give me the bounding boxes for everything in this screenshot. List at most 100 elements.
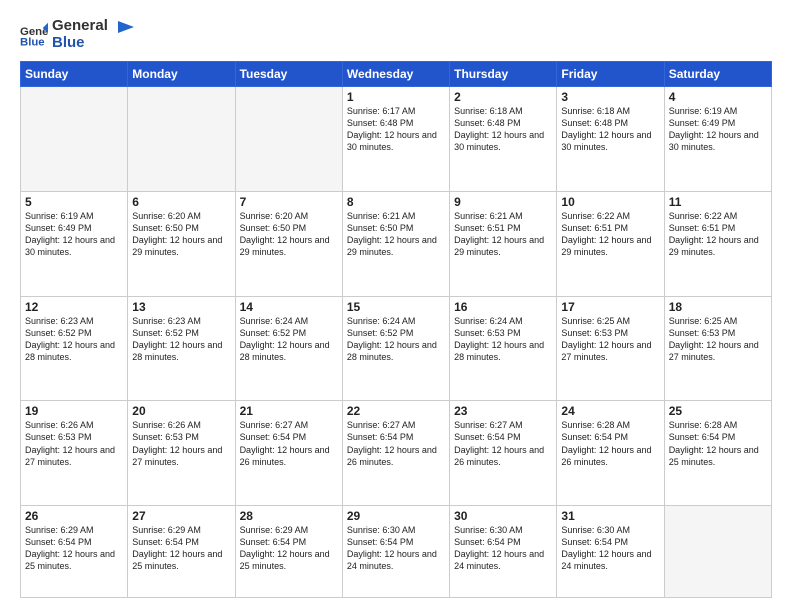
day-number: 30 xyxy=(454,509,552,523)
day-info: Sunrise: 6:24 AM Sunset: 6:53 PM Dayligh… xyxy=(454,315,552,364)
calendar-header-saturday: Saturday xyxy=(664,62,771,87)
day-info: Sunrise: 6:20 AM Sunset: 6:50 PM Dayligh… xyxy=(240,210,338,259)
table-row: 20Sunrise: 6:26 AM Sunset: 6:53 PM Dayli… xyxy=(128,401,235,506)
table-row: 19Sunrise: 6:26 AM Sunset: 6:53 PM Dayli… xyxy=(21,401,128,506)
logo-general: General xyxy=(52,18,108,35)
day-info: Sunrise: 6:20 AM Sunset: 6:50 PM Dayligh… xyxy=(132,210,230,259)
day-number: 9 xyxy=(454,195,552,209)
day-info: Sunrise: 6:22 AM Sunset: 6:51 PM Dayligh… xyxy=(561,210,659,259)
day-info: Sunrise: 6:18 AM Sunset: 6:48 PM Dayligh… xyxy=(454,105,552,154)
table-row: 16Sunrise: 6:24 AM Sunset: 6:53 PM Dayli… xyxy=(450,296,557,401)
table-row: 31Sunrise: 6:30 AM Sunset: 6:54 PM Dayli… xyxy=(557,506,664,598)
day-info: Sunrise: 6:25 AM Sunset: 6:53 PM Dayligh… xyxy=(561,315,659,364)
table-row: 10Sunrise: 6:22 AM Sunset: 6:51 PM Dayli… xyxy=(557,191,664,296)
day-number: 24 xyxy=(561,404,659,418)
day-info: Sunrise: 6:29 AM Sunset: 6:54 PM Dayligh… xyxy=(25,524,123,573)
table-row xyxy=(235,87,342,192)
day-info: Sunrise: 6:19 AM Sunset: 6:49 PM Dayligh… xyxy=(669,105,767,154)
day-info: Sunrise: 6:24 AM Sunset: 6:52 PM Dayligh… xyxy=(240,315,338,364)
day-info: Sunrise: 6:24 AM Sunset: 6:52 PM Dayligh… xyxy=(347,315,445,364)
table-row: 24Sunrise: 6:28 AM Sunset: 6:54 PM Dayli… xyxy=(557,401,664,506)
day-number: 23 xyxy=(454,404,552,418)
logo-blue: Blue xyxy=(52,35,108,52)
table-row: 4Sunrise: 6:19 AM Sunset: 6:49 PM Daylig… xyxy=(664,87,771,192)
table-row: 5Sunrise: 6:19 AM Sunset: 6:49 PM Daylig… xyxy=(21,191,128,296)
day-number: 19 xyxy=(25,404,123,418)
day-info: Sunrise: 6:30 AM Sunset: 6:54 PM Dayligh… xyxy=(454,524,552,573)
day-info: Sunrise: 6:21 AM Sunset: 6:50 PM Dayligh… xyxy=(347,210,445,259)
calendar-week-row: 1Sunrise: 6:17 AM Sunset: 6:48 PM Daylig… xyxy=(21,87,772,192)
day-info: Sunrise: 6:27 AM Sunset: 6:54 PM Dayligh… xyxy=(240,419,338,468)
table-row: 21Sunrise: 6:27 AM Sunset: 6:54 PM Dayli… xyxy=(235,401,342,506)
day-number: 21 xyxy=(240,404,338,418)
table-row: 27Sunrise: 6:29 AM Sunset: 6:54 PM Dayli… xyxy=(128,506,235,598)
day-number: 20 xyxy=(132,404,230,418)
day-info: Sunrise: 6:21 AM Sunset: 6:51 PM Dayligh… xyxy=(454,210,552,259)
day-number: 27 xyxy=(132,509,230,523)
day-info: Sunrise: 6:27 AM Sunset: 6:54 PM Dayligh… xyxy=(454,419,552,468)
calendar-header-row: SundayMondayTuesdayWednesdayThursdayFrid… xyxy=(21,62,772,87)
day-number: 16 xyxy=(454,300,552,314)
day-number: 13 xyxy=(132,300,230,314)
table-row: 23Sunrise: 6:27 AM Sunset: 6:54 PM Dayli… xyxy=(450,401,557,506)
day-info: Sunrise: 6:30 AM Sunset: 6:54 PM Dayligh… xyxy=(347,524,445,573)
day-number: 1 xyxy=(347,90,445,104)
day-number: 6 xyxy=(132,195,230,209)
header: General Blue General Blue xyxy=(20,18,772,51)
day-number: 11 xyxy=(669,195,767,209)
calendar-week-row: 5Sunrise: 6:19 AM Sunset: 6:49 PM Daylig… xyxy=(21,191,772,296)
day-info: Sunrise: 6:23 AM Sunset: 6:52 PM Dayligh… xyxy=(132,315,230,364)
table-row: 9Sunrise: 6:21 AM Sunset: 6:51 PM Daylig… xyxy=(450,191,557,296)
day-info: Sunrise: 6:18 AM Sunset: 6:48 PM Dayligh… xyxy=(561,105,659,154)
table-row xyxy=(664,506,771,598)
table-row: 28Sunrise: 6:29 AM Sunset: 6:54 PM Dayli… xyxy=(235,506,342,598)
day-number: 8 xyxy=(347,195,445,209)
table-row: 6Sunrise: 6:20 AM Sunset: 6:50 PM Daylig… xyxy=(128,191,235,296)
day-number: 18 xyxy=(669,300,767,314)
logo-flag-icon xyxy=(114,19,136,41)
calendar-header-tuesday: Tuesday xyxy=(235,62,342,87)
calendar-week-row: 19 Sunrise: 6:26 AM Sunset: 6:53 PM Dayli… xyxy=(21,401,772,506)
table-row: 18Sunrise: 6:25 AM Sunset: 6:53 PM Dayli… xyxy=(664,296,771,401)
calendar-table: SundayMondayTuesdayWednesdayThursdayFrid… xyxy=(20,61,772,598)
day-info: Sunrise: 6:29 AM Sunset: 6:54 PM Dayligh… xyxy=(240,524,338,573)
day-number: 29 xyxy=(347,509,445,523)
day-number: 12 xyxy=(25,300,123,314)
day-info: Sunrise: 6:19 AM Sunset: 6:49 PM Dayligh… xyxy=(25,210,123,259)
table-row: 22Sunrise: 6:27 AM Sunset: 6:54 PM Dayli… xyxy=(342,401,449,506)
day-number: 2 xyxy=(454,90,552,104)
table-row: 14Sunrise: 6:24 AM Sunset: 6:52 PM Dayli… xyxy=(235,296,342,401)
day-info: Sunrise: 6:29 AM Sunset: 6:54 PM Dayligh… xyxy=(132,524,230,573)
calendar-week-row: 12Sunrise: 6:23 AM Sunset: 6:52 PM Dayli… xyxy=(21,296,772,401)
day-info: Sunrise: 6:27 AM Sunset: 6:54 PM Dayligh… xyxy=(347,419,445,468)
day-number: 15 xyxy=(347,300,445,314)
table-row: 2Sunrise: 6:18 AM Sunset: 6:48 PM Daylig… xyxy=(450,87,557,192)
svg-text:Blue: Blue xyxy=(20,36,45,48)
day-info: Sunrise: 6:26 AM Sunset: 6:53 PM Dayligh… xyxy=(132,419,230,468)
day-number: 3 xyxy=(561,90,659,104)
table-row: 29Sunrise: 6:30 AM Sunset: 6:54 PM Dayli… xyxy=(342,506,449,598)
table-row: 8Sunrise: 6:21 AM Sunset: 6:50 PM Daylig… xyxy=(342,191,449,296)
day-info: Sunrise: 6:23 AM Sunset: 6:52 PM Dayligh… xyxy=(25,315,123,364)
calendar-header-friday: Friday xyxy=(557,62,664,87)
day-number: 14 xyxy=(240,300,338,314)
day-number: 7 xyxy=(240,195,338,209)
table-row xyxy=(21,87,128,192)
day-info: Sunrise: 6:25 AM Sunset: 6:53 PM Dayligh… xyxy=(669,315,767,364)
table-row xyxy=(128,87,235,192)
day-info: Sunrise: 6:22 AM Sunset: 6:51 PM Dayligh… xyxy=(669,210,767,259)
day-info: Sunrise: 6:28 AM Sunset: 6:54 PM Dayligh… xyxy=(561,419,659,468)
calendar-header-monday: Monday xyxy=(128,62,235,87)
table-row: 17Sunrise: 6:25 AM Sunset: 6:53 PM Dayli… xyxy=(557,296,664,401)
table-row: 1Sunrise: 6:17 AM Sunset: 6:48 PM Daylig… xyxy=(342,87,449,192)
day-number: 28 xyxy=(240,509,338,523)
day-number: 26 xyxy=(25,509,123,523)
logo: General Blue General Blue xyxy=(20,18,136,51)
day-info: Sunrise: 6:30 AM Sunset: 6:54 PM Dayligh… xyxy=(561,524,659,573)
day-number: 22 xyxy=(347,404,445,418)
calendar-header-sunday: Sunday xyxy=(21,62,128,87)
calendar-header-thursday: Thursday xyxy=(450,62,557,87)
table-row: 3Sunrise: 6:18 AM Sunset: 6:48 PM Daylig… xyxy=(557,87,664,192)
logo-icon: General Blue xyxy=(20,21,48,49)
day-number: 4 xyxy=(669,90,767,104)
